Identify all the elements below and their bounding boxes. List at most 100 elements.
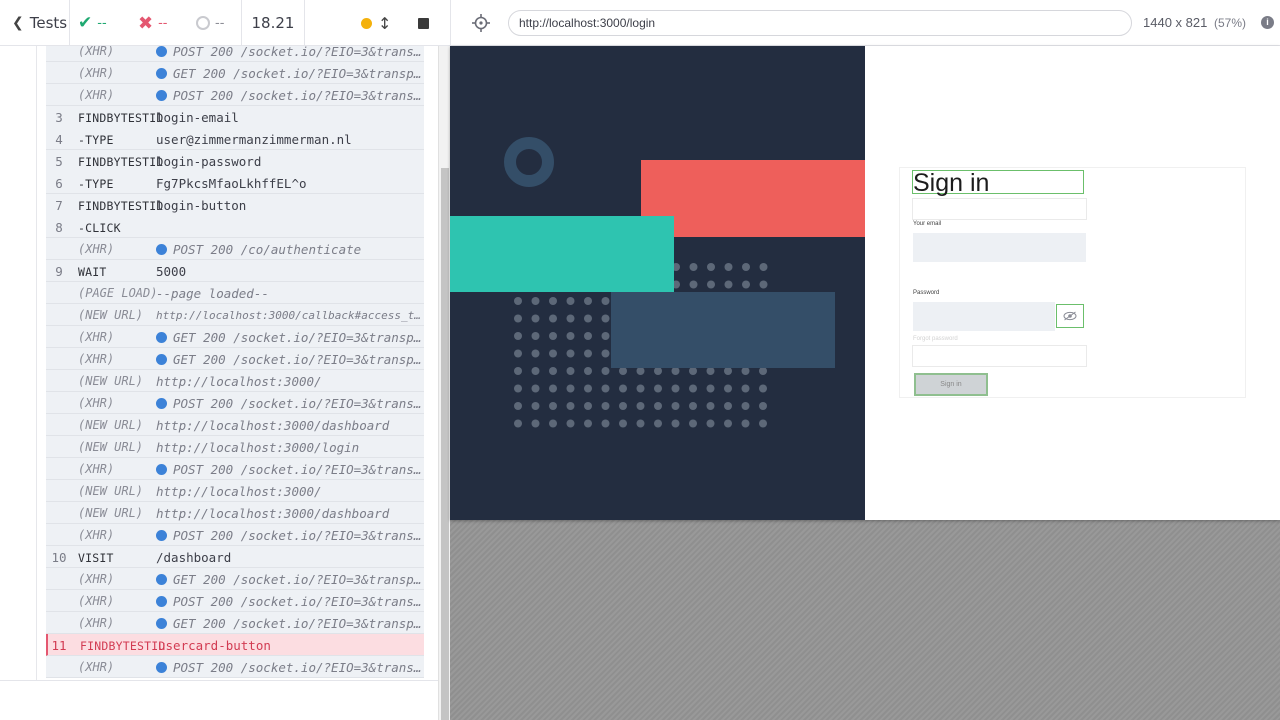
forgot-password-link[interactable]: Forgot password	[913, 336, 958, 342]
command-message: http://localhost:3000/	[156, 374, 424, 389]
xhr-status-dot-icon	[156, 662, 167, 673]
hero-dot	[671, 367, 680, 375]
hero-dot	[636, 419, 645, 428]
xhr-status-dot-icon	[156, 46, 167, 57]
hero-dot	[514, 367, 522, 375]
xhr-status-dot-icon	[156, 68, 167, 79]
command-log-event[interactable]: (XHR) POST 200 /socket.io/?EIO=3&transpor…	[46, 656, 424, 678]
command-log-event[interactable]: (XHR) POST 200 /socket.io/?EIO=3&transpor…	[46, 46, 424, 62]
hero-dot	[741, 384, 750, 393]
pending-circle-icon	[196, 16, 210, 30]
hero-dot	[601, 297, 610, 305]
command-name: (NEW URL)	[78, 440, 144, 454]
command-log[interactable]: (XHR) POST 200 /socket.io/?EIO=3&transpor…	[0, 46, 438, 680]
command-log-row[interactable]: 10 VISIT/dashboard	[46, 546, 424, 568]
hero-shapes	[450, 137, 865, 428]
email-input[interactable]	[913, 233, 1086, 262]
command-name: (XHR)	[78, 462, 115, 476]
command-log-event[interactable]: (XHR) GET 200 /socket.io/?EIO=3&transport…	[46, 326, 424, 348]
command-message: POST 200 /co/authenticate	[156, 242, 424, 257]
command-message: POST 200 /socket.io/?EIO=3&transport=pol…	[156, 396, 424, 411]
command-log-row[interactable]: 11 FINDBYTESTID usercard-button	[46, 634, 424, 656]
command-message-text: http://localhost:3000/dashboard	[156, 418, 390, 433]
hero-dot	[566, 314, 575, 323]
hero-dot	[566, 367, 575, 375]
command-log-event[interactable]: (NEW URL) http://localhost:3000/	[46, 480, 424, 502]
command-log-row[interactable]: 8 -CLICK	[46, 216, 424, 238]
hero-dot	[514, 332, 522, 340]
command-name: (NEW URL)	[78, 308, 144, 322]
command-name: (XHR)	[78, 88, 115, 102]
password-visibility-toggle[interactable]	[1056, 304, 1084, 328]
selector-playground-button[interactable]	[471, 13, 491, 33]
command-log-event[interactable]: (XHR) POST 200 /socket.io/?EIO=3&transpor…	[46, 392, 424, 414]
command-log-row[interactable]: 4 -TYPE user@zimmermanzimmerman.nl	[46, 128, 424, 150]
passed-count[interactable]: ✔ --	[78, 0, 107, 46]
hero-dot	[601, 314, 610, 323]
hero-dot	[671, 402, 680, 410]
command-log-event[interactable]: (XHR) POST 200 /socket.io/?EIO=3&transpor…	[46, 524, 424, 546]
auto-scroll-toggle-icon[interactable]: ↕	[378, 0, 391, 46]
hero-dot-grid-upper	[672, 263, 768, 289]
command-log-row[interactable]: 7 FINDBYTESTID login-button	[46, 194, 424, 216]
hero-dot	[619, 384, 627, 393]
failed-count[interactable]: ✖ --	[138, 0, 167, 46]
command-log-event[interactable]: (NEW URL) http://localhost:3000/dashboard	[46, 502, 424, 524]
command-name: VISIT	[78, 551, 114, 565]
pending-count[interactable]: --	[196, 0, 224, 46]
hero-dot	[706, 367, 715, 375]
command-name: (XHR)	[78, 242, 115, 256]
command-log-event[interactable]: (XHR) GET 200 /socket.io/?EIO=3&transport…	[46, 612, 424, 634]
command-log-event[interactable]: (XHR) GET 200 /socket.io/?EIO=3&transport…	[46, 62, 424, 84]
password-input[interactable]	[913, 302, 1055, 331]
command-message-text: user@zimmermanzimmerman.nl	[156, 132, 352, 147]
command-log-event[interactable]: (NEW URL) http://localhost:3000/login	[46, 436, 424, 458]
hero-dot	[724, 280, 733, 289]
command-log-event[interactable]: (NEW URL) http://localhost:3000/	[46, 370, 424, 392]
command-log-event[interactable]: (XHR) GET 200 /socket.io/?EIO=3&transport…	[46, 348, 424, 370]
url-bar[interactable]: http://localhost:3000/login	[508, 10, 1132, 36]
command-log-row[interactable]: 5 FINDBYTESTID login-password	[46, 150, 424, 172]
command-log-event[interactable]: (XHR) POST 200 /co/authenticate	[46, 238, 424, 260]
command-log-event[interactable]: (NEW URL) http://localhost:3000/callback#…	[46, 304, 424, 326]
stop-button[interactable]	[418, 0, 429, 46]
command-log-row[interactable]: 9 WAIT 5000	[46, 260, 424, 282]
command-name: WAIT	[78, 265, 107, 279]
command-log-row[interactable]: 6 -TYPE Fg7PkcsMfaoLkhffEL^o	[46, 172, 424, 194]
xhr-status-dot-icon	[156, 398, 167, 409]
hero-dot	[654, 419, 662, 428]
hero-dot	[619, 402, 627, 410]
command-message: 5000	[156, 264, 424, 279]
command-log-event[interactable]: (XHR) POST 200 /socket.io/?EIO=3&transpor…	[46, 84, 424, 106]
scrollbar-thumb[interactable]	[441, 168, 449, 720]
command-name: (NEW URL)	[78, 506, 144, 520]
command-message-text: POST 200 /socket.io/?EIO=3&transport=pol…	[173, 88, 424, 103]
command-log-event[interactable]: (PAGE LOAD) --page loaded--	[46, 282, 424, 304]
command-message: http://localhost:3000/dashboard	[156, 418, 424, 433]
command-name: (XHR)	[78, 660, 115, 674]
hero-dot	[549, 297, 557, 305]
xhr-status-dot-icon	[156, 596, 167, 607]
hero-dot	[601, 349, 610, 358]
hero-dot	[566, 419, 575, 428]
hero-dot	[566, 384, 575, 393]
hero-dot	[584, 297, 592, 305]
hero-dot	[549, 349, 557, 358]
command-log-event[interactable]: (XHR) POST 200 /socket.io/?EIO=3&transpor…	[46, 590, 424, 612]
command-message-text: --page loaded--	[156, 286, 269, 301]
viewport-scale: (57%)	[1213, 16, 1246, 30]
command-message-text: http://localhost:3000/	[156, 374, 322, 389]
info-icon[interactable]: i	[1261, 16, 1274, 29]
command-log-event[interactable]: (XHR) GET 200 /socket.io/?EIO=3&transport…	[46, 568, 424, 590]
tests-back-button[interactable]: ❮ Tests	[0, 0, 70, 46]
command-message: login-password	[156, 154, 424, 169]
forgot-password-wrapper	[912, 345, 1087, 367]
command-log-row[interactable]: 3 FINDBYTESTID login-email	[46, 106, 424, 128]
command-message-text: login-password	[156, 154, 262, 169]
command-log-event[interactable]: (XHR) POST 200 /socket.io/?EIO=3&transpor…	[46, 458, 424, 480]
reporter-scrollbar[interactable]	[438, 46, 450, 720]
hero-dot	[549, 332, 557, 340]
command-log-event[interactable]: (NEW URL) http://localhost:3000/dashboard	[46, 414, 424, 436]
signin-button[interactable]: Sign in	[914, 373, 988, 396]
email-label: Your email	[913, 221, 942, 227]
